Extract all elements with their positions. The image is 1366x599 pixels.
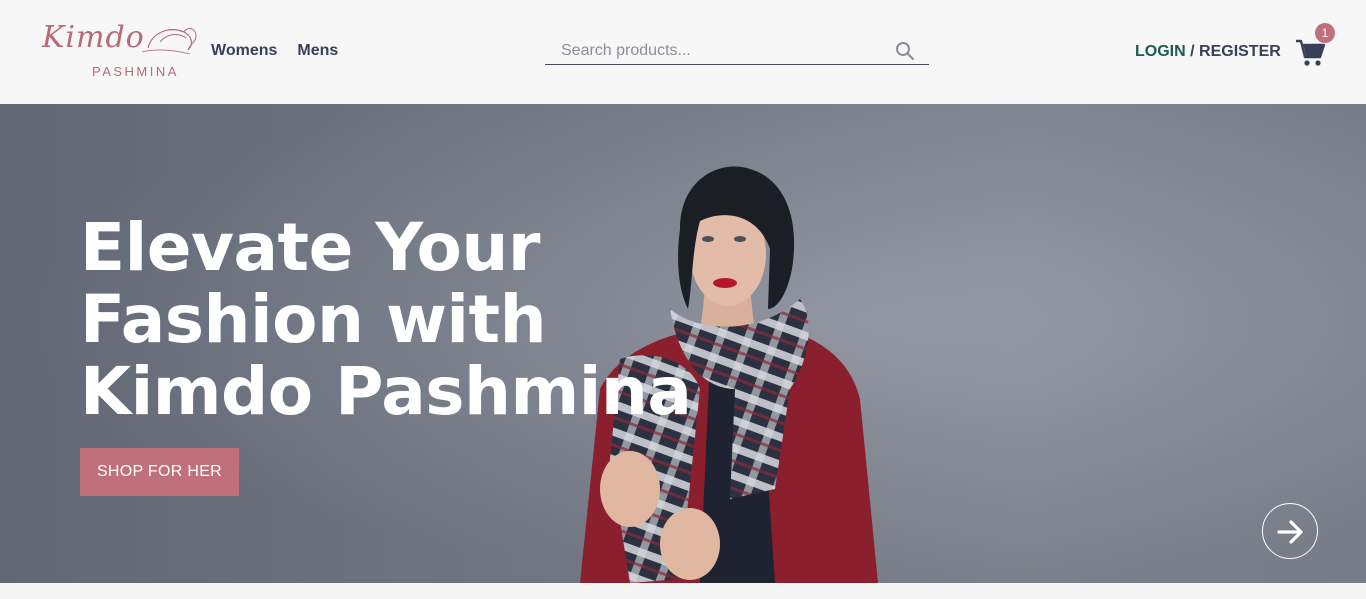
arrow-right-icon [1277, 520, 1303, 544]
login-link[interactable]: LOGIN [1135, 43, 1186, 60]
cart-count-badge: 1 [1315, 23, 1335, 43]
nav-item-mens[interactable]: Mens [297, 42, 338, 60]
auth-links: LOGIN / REGISTER [1135, 43, 1281, 61]
hero-banner: Elevate Your Fashion with Kimdo Pashmina… [0, 104, 1366, 583]
search-icon[interactable] [895, 41, 915, 61]
hero-title: Elevate Your Fashion with Kimdo Pashmina [80, 209, 692, 430]
logo-subtitle: PASHMINA [92, 64, 179, 79]
nav-item-womens[interactable]: Womens [211, 42, 277, 60]
site-header: Kimdo PASHMINA Womens Mens LOGIN / REGIS… [0, 0, 1366, 104]
next-slide-button[interactable] [1262, 503, 1318, 559]
register-link[interactable]: REGISTER [1199, 43, 1281, 60]
page-bottom-strip [0, 583, 1366, 599]
scarf-logo-icon [141, 28, 197, 55]
page: Kimdo PASHMINA Womens Mens LOGIN / REGIS… [0, 0, 1366, 599]
search-bar [545, 38, 929, 65]
auth-separator: / [1185, 43, 1200, 60]
brand-logo[interactable]: Kimdo PASHMINA [40, 20, 200, 84]
logo-script: Kimdo [42, 20, 145, 55]
search-input[interactable] [561, 40, 881, 62]
shop-for-her-button[interactable]: SHOP FOR HER [80, 448, 239, 496]
main-nav: Womens Mens [211, 42, 338, 60]
